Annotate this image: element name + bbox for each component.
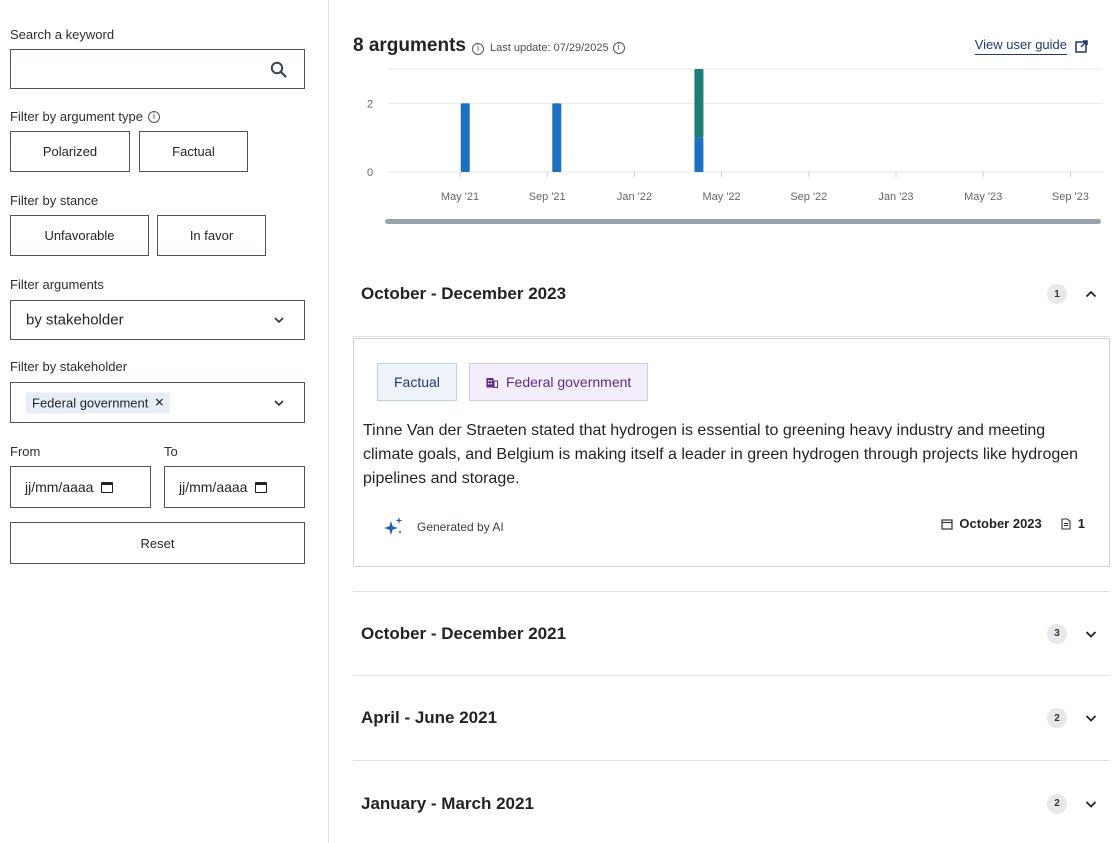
chart-bar[interactable] — [460, 103, 470, 172]
results-header: 8 arguments i Last update: 07/29/2025 i — [353, 35, 625, 57]
info-icon[interactable]: i — [147, 110, 160, 123]
argument-meta: October 2023 1 — [941, 516, 1085, 531]
filter-sidebar: Search a keyword Filter by argument type… — [0, 0, 329, 843]
remove-chip-icon[interactable]: ✕ — [154, 396, 164, 410]
argument-text: Tinne Van der Straeten stated that hydro… — [363, 422, 1079, 487]
arguments-timeline-chart: 2 0 May '21 Sep '21 Jan '22 May '22 Sep '22 Jan… — [367, 68, 1103, 203]
from-date-input[interactable]: jj/mm/aaaa — [10, 466, 151, 508]
x-tick-label: May '23 — [964, 191, 1002, 203]
chart-bar[interactable] — [694, 137, 704, 172]
search-input[interactable] — [19, 56, 259, 82]
x-tick-label: Sep '21 — [529, 191, 566, 203]
period-title: January - March 2021 — [361, 793, 534, 813]
period-section[interactable]: October - December 2023 1 — [353, 252, 1110, 337]
from-label: From — [10, 444, 41, 459]
chevron-down-icon — [274, 317, 284, 324]
chart-bar[interactable] — [694, 69, 704, 138]
y-tick-label: 0 — [367, 167, 373, 179]
filter-arguments-label: Filter arguments — [10, 277, 104, 292]
to-date-input[interactable]: jj/mm/aaaa — [164, 466, 305, 508]
ai-generated-note: Generated by AI — [383, 516, 504, 538]
stakeholder-label: Filter by stakeholder — [10, 359, 128, 374]
period-section[interactable]: October - December 2021 3 — [353, 591, 1110, 676]
main-panel: 8 arguments i Last update: 07/29/2025 i … — [330, 0, 1112, 843]
info-icon[interactable]: i — [612, 42, 625, 54]
stance-label: Filter by stance — [10, 193, 99, 208]
period-title: October - December 2023 — [361, 284, 567, 303]
argument-card: Factual Federal government Tinne Van der… — [353, 338, 1110, 567]
period-section[interactable]: April - June 2021 2 — [353, 676, 1110, 761]
chevron-down-icon[interactable] — [1085, 628, 1097, 640]
reset-button[interactable]: Reset — [10, 522, 305, 564]
count-badge: 1 — [1047, 284, 1067, 304]
x-tick-label: Jan '22 — [617, 191, 652, 203]
period-title: April - June 2021 — [361, 708, 498, 727]
count-badge: 2 — [1047, 708, 1067, 728]
chart-bar[interactable] — [552, 103, 562, 172]
chevron-down-icon[interactable] — [1085, 798, 1097, 810]
document-icon — [1061, 517, 1071, 530]
in-favor-filter-button[interactable]: In favor — [157, 215, 266, 256]
external-link-icon — [1075, 39, 1088, 53]
to-label: To — [164, 444, 178, 459]
search-icon[interactable] — [270, 61, 287, 78]
count-badge: 2 — [1047, 793, 1067, 814]
chart-range-scrollbar[interactable] — [385, 219, 1101, 224]
info-icon[interactable]: i — [471, 43, 484, 55]
search-field[interactable] — [10, 49, 305, 89]
chevron-down-icon — [274, 399, 284, 406]
stakeholder-select[interactable]: Federal government ✕ — [10, 382, 305, 423]
y-tick-label: 2 — [367, 98, 373, 110]
unfavorable-filter-button[interactable]: Unfavorable — [10, 215, 149, 256]
search-label: Search a keyword — [10, 27, 115, 42]
x-tick-label: Jan '23 — [878, 191, 913, 203]
x-tick-label: Sep '22 — [790, 191, 827, 203]
last-update: Last update: 07/29/2025 i — [490, 42, 625, 54]
argument-count: 8 arguments — [353, 35, 466, 56]
x-tick-label: Sep '23 — [1052, 191, 1089, 203]
argument-type-tag: Factual — [377, 363, 457, 401]
sparkle-icon — [384, 517, 403, 535]
filter-arguments-select[interactable]: by stakeholder — [10, 300, 305, 340]
factual-filter-button[interactable]: Factual — [139, 131, 248, 172]
filter-arguments-value: by stakeholder — [26, 311, 124, 329]
count-badge: 3 — [1047, 623, 1067, 644]
document-count: 1 — [1077, 516, 1085, 531]
x-tick-label: May '22 — [703, 191, 741, 203]
chevron-down-icon[interactable] — [1085, 712, 1097, 724]
stakeholder-tag: Federal government — [469, 363, 649, 401]
stakeholder-chip: Federal government ✕ — [26, 392, 171, 413]
period-section[interactable]: January - March 2021 2 — [353, 761, 1110, 843]
user-guide-link[interactable]: View user guide — [974, 37, 1088, 55]
x-tick-label: May '21 — [441, 191, 479, 203]
chevron-up-icon[interactable] — [1085, 288, 1097, 300]
calendar-icon — [941, 518, 953, 530]
calendar-icon[interactable] — [101, 481, 114, 493]
calendar-icon[interactable] — [255, 481, 268, 493]
building-icon — [486, 377, 498, 388]
polarized-filter-button[interactable]: Polarized — [10, 131, 130, 172]
argument-type-label: Filter by argument type i — [10, 109, 160, 124]
period-title: October - December 2021 — [361, 623, 567, 643]
argument-date: October 2023 — [959, 516, 1042, 531]
